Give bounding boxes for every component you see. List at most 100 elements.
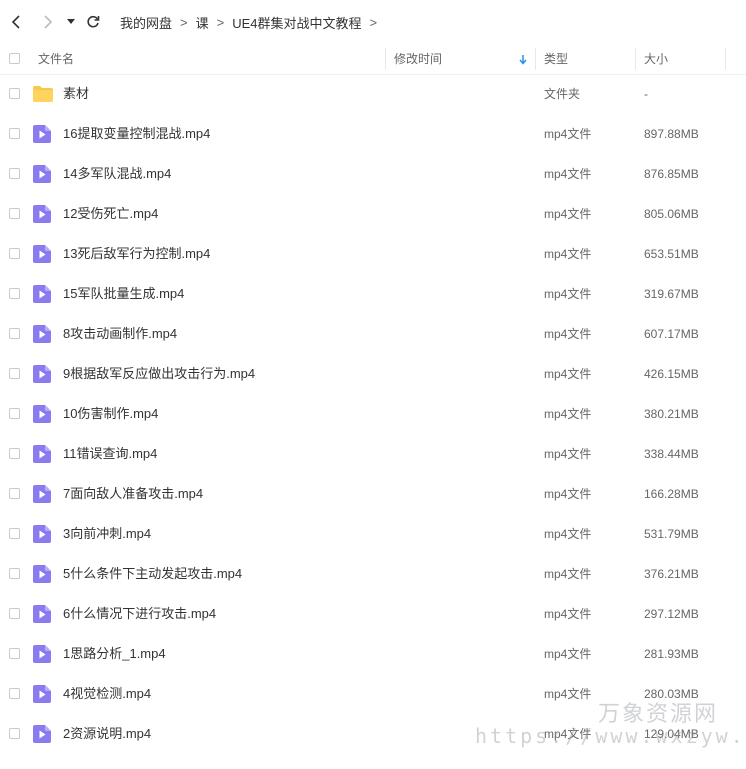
file-type: mp4文件	[544, 367, 592, 381]
row-checkbox[interactable]	[9, 688, 20, 699]
sort-descending-icon[interactable]	[519, 44, 527, 74]
column-header-name[interactable]: 文件名	[38, 44, 74, 74]
file-row[interactable]: 1思路分析_1.mp4 mp4文件 281.93MB	[0, 634, 746, 674]
file-name[interactable]: 6什么情况下进行攻击.mp4	[63, 594, 216, 634]
file-size: 805.06MB	[644, 207, 699, 221]
file-row[interactable]: 10伤害制作.mp4 mp4文件 380.21MB	[0, 394, 746, 434]
row-checkbox[interactable]	[9, 408, 20, 419]
file-name[interactable]: 8攻击动画制作.mp4	[63, 314, 177, 354]
breadcrumb: 我的网盘 > 课 > UE4群集对战中文教程 >	[120, 13, 385, 32]
video-file-icon	[33, 245, 51, 268]
file-name[interactable]: 2资源说明.mp4	[63, 714, 151, 754]
file-type: mp4文件	[544, 287, 592, 301]
row-checkbox[interactable]	[9, 248, 20, 259]
file-type: mp4文件	[544, 687, 592, 701]
file-type: 文件夹	[544, 87, 581, 101]
file-row[interactable]: 6什么情况下进行攻击.mp4 mp4文件 297.12MB	[0, 594, 746, 634]
file-type: mp4文件	[544, 327, 592, 341]
file-name[interactable]: 12受伤死亡.mp4	[63, 194, 158, 234]
row-checkbox[interactable]	[9, 208, 20, 219]
file-size: 376.21MB	[644, 567, 699, 581]
history-dropdown-button[interactable]	[62, 9, 80, 35]
file-name[interactable]: 3向前冲刺.mp4	[63, 514, 151, 554]
file-name[interactable]: 16提取变量控制混战.mp4	[63, 114, 210, 154]
file-type: mp4文件	[544, 567, 592, 581]
file-name[interactable]: 14多军队混战.mp4	[63, 154, 171, 194]
file-row[interactable]: 9根据敌军反应做出攻击行为.mp4 mp4文件 426.15MB	[0, 354, 746, 394]
row-checkbox[interactable]	[9, 728, 20, 739]
file-name[interactable]: 9根据敌军反应做出攻击行为.mp4	[63, 354, 255, 394]
file-size: 380.21MB	[644, 407, 699, 421]
video-file-icon	[33, 685, 51, 708]
row-checkbox[interactable]	[9, 648, 20, 659]
file-size: 338.44MB	[644, 447, 699, 461]
file-name[interactable]: 5什么条件下主动发起攻击.mp4	[63, 554, 242, 594]
row-checkbox[interactable]	[9, 568, 20, 579]
select-all-checkbox[interactable]	[9, 53, 20, 64]
column-divider[interactable]	[385, 48, 386, 70]
breadcrumb-item-current[interactable]: UE4群集对战中文教程	[232, 13, 361, 32]
row-checkbox[interactable]	[9, 608, 20, 619]
folder-icon	[33, 86, 53, 107]
video-file-icon	[33, 525, 51, 548]
breadcrumb-item-root[interactable]: 我的网盘	[120, 13, 172, 32]
back-button[interactable]	[4, 9, 30, 35]
file-size: 607.17MB	[644, 327, 699, 341]
row-checkbox[interactable]	[9, 128, 20, 139]
file-name[interactable]: 10伤害制作.mp4	[63, 394, 158, 434]
file-row[interactable]: 11错误查询.mp4 mp4文件 338.44MB	[0, 434, 746, 474]
file-row[interactable]: 13死后敌军行为控制.mp4 mp4文件 653.51MB	[0, 234, 746, 274]
file-name[interactable]: 13死后敌军行为控制.mp4	[63, 234, 210, 274]
video-file-icon	[33, 565, 51, 588]
row-checkbox[interactable]	[9, 168, 20, 179]
file-name[interactable]: 素材	[63, 74, 89, 114]
file-name[interactable]: 11错误查询.mp4	[63, 434, 157, 474]
column-header-modified[interactable]: 修改时间	[394, 44, 442, 74]
file-row[interactable]: 8攻击动画制作.mp4 mp4文件 607.17MB	[0, 314, 746, 354]
file-type: mp4文件	[544, 207, 592, 221]
row-checkbox[interactable]	[9, 488, 20, 499]
file-type: mp4文件	[544, 127, 592, 141]
file-name[interactable]: 15军队批量生成.mp4	[63, 274, 184, 314]
chevron-right-icon	[44, 15, 53, 29]
file-row[interactable]: 7面向敌人准备攻击.mp4 mp4文件 166.28MB	[0, 474, 746, 514]
row-checkbox[interactable]	[9, 88, 20, 99]
breadcrumb-item-course[interactable]: 课	[196, 13, 209, 32]
row-checkbox[interactable]	[9, 288, 20, 299]
forward-button[interactable]	[34, 9, 60, 35]
file-size: -	[644, 87, 648, 101]
row-checkbox[interactable]	[9, 328, 20, 339]
file-type: mp4文件	[544, 407, 592, 421]
file-name[interactable]: 1思路分析_1.mp4	[63, 634, 166, 674]
file-name[interactable]: 7面向敌人准备攻击.mp4	[63, 474, 203, 514]
video-file-icon	[33, 325, 51, 348]
file-row[interactable]: 3向前冲刺.mp4 mp4文件 531.79MB	[0, 514, 746, 554]
file-row[interactable]: 16提取变量控制混战.mp4 mp4文件 897.88MB	[0, 114, 746, 154]
file-type: mp4文件	[544, 167, 592, 181]
refresh-button[interactable]	[80, 9, 106, 35]
column-header-type[interactable]: 类型	[544, 44, 568, 74]
video-file-icon	[33, 165, 51, 188]
video-file-icon	[33, 405, 51, 428]
video-file-icon	[33, 445, 51, 468]
column-divider[interactable]	[535, 48, 536, 70]
file-row[interactable]: 12受伤死亡.mp4 mp4文件 805.06MB	[0, 194, 746, 234]
column-divider[interactable]	[725, 48, 726, 70]
breadcrumb-separator: >	[216, 14, 225, 30]
column-divider[interactable]	[635, 48, 636, 70]
video-file-icon	[33, 605, 51, 628]
file-row[interactable]: 素材 文件夹 -	[0, 74, 746, 114]
file-row[interactable]: 14多军队混战.mp4 mp4文件 876.85MB	[0, 154, 746, 194]
file-name[interactable]: 4视觉检测.mp4	[63, 674, 151, 714]
column-header-size[interactable]: 大小	[644, 44, 668, 74]
row-checkbox[interactable]	[9, 448, 20, 459]
file-row[interactable]: 15军队批量生成.mp4 mp4文件 319.67MB	[0, 274, 746, 314]
file-row[interactable]: 5什么条件下主动发起攻击.mp4 mp4文件 376.21MB	[0, 554, 746, 594]
row-checkbox[interactable]	[9, 368, 20, 379]
row-checkbox[interactable]	[9, 528, 20, 539]
file-type: mp4文件	[544, 647, 592, 661]
file-type: mp4文件	[544, 527, 592, 541]
file-list: 素材 文件夹 - 16提取变量控制混战.mp4 mp4文件 897.88MB 14多军队混战…	[0, 74, 746, 754]
file-size: 166.28MB	[644, 487, 699, 501]
caret-down-icon	[67, 19, 75, 24]
